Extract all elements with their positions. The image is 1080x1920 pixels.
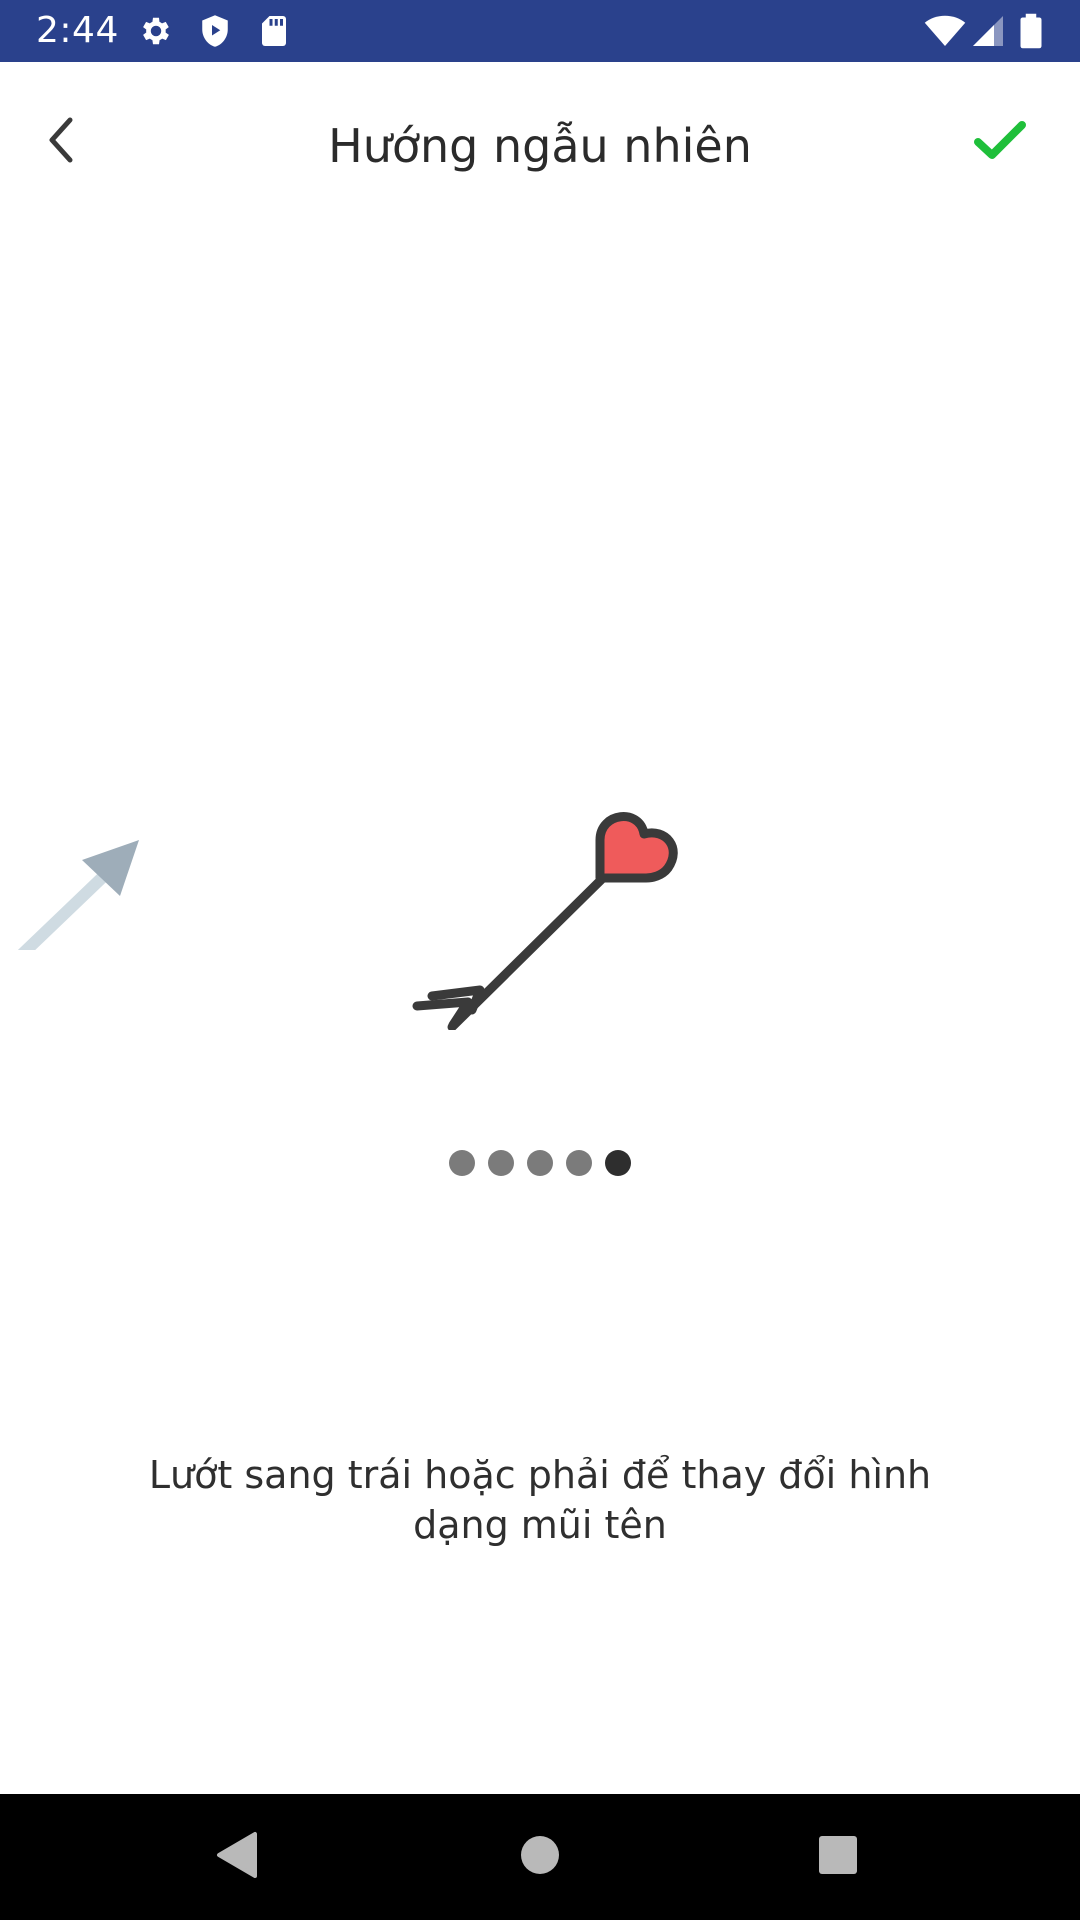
heart-arrow-icon[interactable] <box>400 750 690 1032</box>
page-dot-2[interactable] <box>488 1150 514 1176</box>
sd-card-icon <box>256 13 292 49</box>
check-icon <box>972 118 1028 166</box>
status-time: 2:44 <box>36 10 119 51</box>
chevron-left-icon <box>42 114 82 170</box>
page-dot-5-active[interactable] <box>605 1150 631 1176</box>
back-button[interactable] <box>30 110 94 174</box>
page-dot-4[interactable] <box>566 1150 592 1176</box>
arrow-carousel[interactable] <box>0 700 1080 1080</box>
screen: 2:44 Hướng ngẫu nhiên Lướt sang trái hoặ… <box>0 0 1080 1920</box>
page-dot-3[interactable] <box>527 1150 553 1176</box>
swipe-hint-text: Lướt sang trái hoặc phải để thay đổi hìn… <box>148 1453 932 1547</box>
settings-icon <box>138 13 174 49</box>
cellular-signal-icon <box>970 13 1006 49</box>
page-indicator <box>0 1148 1080 1178</box>
wifi-icon <box>924 13 966 49</box>
status-bar: 2:44 <box>0 0 1080 62</box>
plain-arrow-icon[interactable] <box>0 760 160 984</box>
nav-home-button[interactable] <box>505 1822 575 1892</box>
shield-play-icon <box>197 13 233 49</box>
nav-recents-icon <box>817 1834 859 1880</box>
confirm-button[interactable] <box>968 110 1032 174</box>
top-bar: Hướng ngẫu nhiên <box>0 62 1080 230</box>
nav-back-button[interactable] <box>203 1822 273 1892</box>
page-dot-1[interactable] <box>449 1150 475 1176</box>
nav-home-icon <box>520 1835 560 1879</box>
battery-icon <box>1016 13 1046 49</box>
nav-back-icon <box>215 1830 261 1884</box>
nav-recents-button[interactable] <box>803 1822 873 1892</box>
page-title: Hướng ngẫu nhiên <box>328 119 752 173</box>
navigation-bar <box>0 1794 1080 1920</box>
